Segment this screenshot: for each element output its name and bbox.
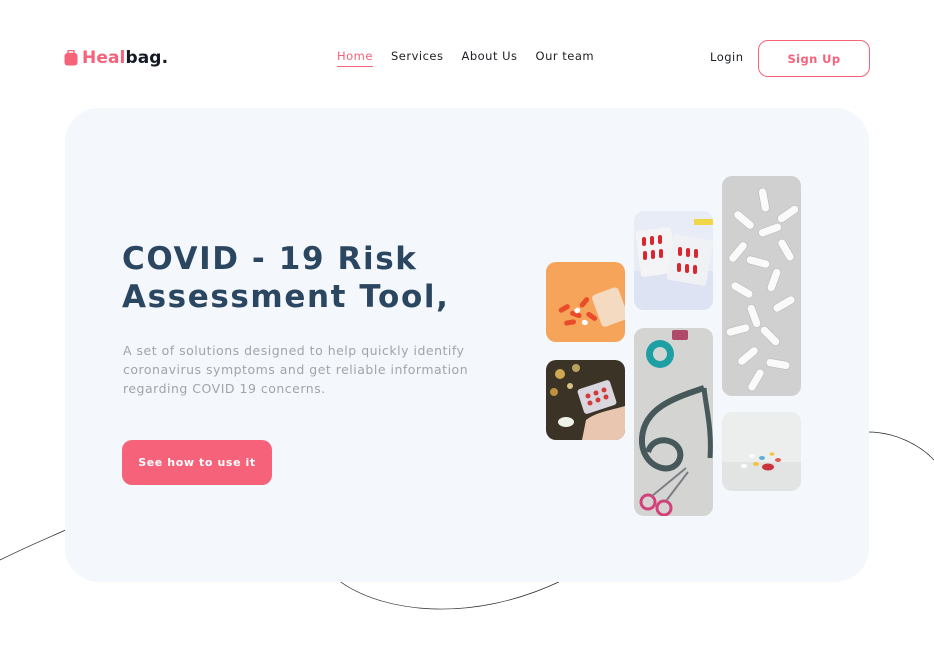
pill-blister-hand-icon xyxy=(546,360,625,440)
gallery-image-white-pills xyxy=(722,176,801,396)
nav-item-services[interactable]: Services xyxy=(391,49,444,67)
gallery-image-pill-blister-hand xyxy=(546,360,625,440)
gallery-image-pills-spill xyxy=(546,262,625,342)
signup-button[interactable]: Sign Up xyxy=(758,40,870,77)
gallery-image-stethoscope xyxy=(634,328,713,516)
nav-item-about-us[interactable]: About Us xyxy=(461,49,517,67)
white-pills-pile-icon xyxy=(722,176,801,396)
brand-name-accent: Heal xyxy=(82,48,126,68)
brand-name-rest: bag. xyxy=(125,48,169,68)
scattered-pills-icon xyxy=(722,412,801,491)
stethoscope-scissors-icon xyxy=(634,328,713,516)
pills-spill-icon xyxy=(546,262,625,342)
capsule-blister-packs-icon xyxy=(634,211,713,310)
login-link[interactable]: Login xyxy=(710,50,744,64)
nav-item-home[interactable]: Home xyxy=(337,49,373,67)
hero-description: A set of solutions designed to help quic… xyxy=(123,343,469,396)
main-nav: Home Services About Us Our team xyxy=(337,49,612,67)
hero-title: COVID - 19 Risk Assessment Tool, xyxy=(122,241,450,315)
brand-logo[interactable]: Healbag. xyxy=(64,46,168,70)
nav-item-our-team[interactable]: Our team xyxy=(536,49,595,67)
brand-name: Healbag. xyxy=(82,48,168,68)
bag-icon xyxy=(64,50,78,66)
see-how-button[interactable]: See how to use it xyxy=(122,440,272,485)
gallery-image-capsule-blisters xyxy=(634,211,713,310)
gallery-image-scattered-pills xyxy=(722,412,801,491)
